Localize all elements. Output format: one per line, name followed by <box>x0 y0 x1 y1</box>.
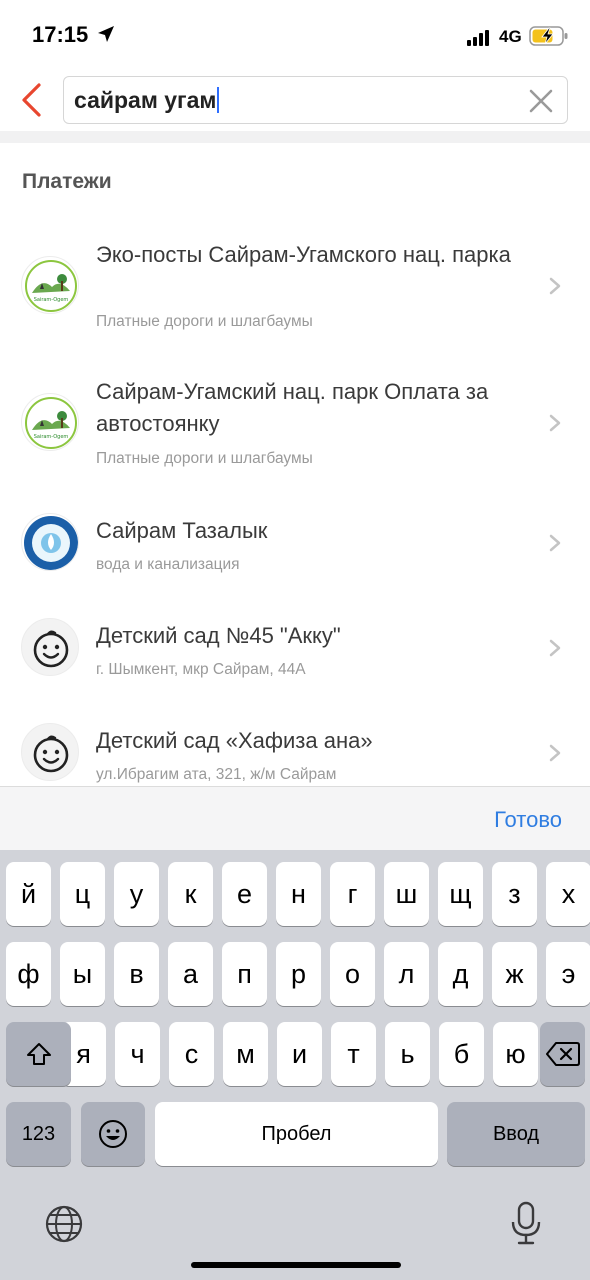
list-item[interactable]: Детский сад «Хафиза ана» ул.Ибрагим ата,… <box>0 710 590 785</box>
list-item[interactable]: Sairam-Ogem Эко-посты Сайрам-Угамского н… <box>0 215 590 345</box>
chevron-right-icon <box>549 534 561 552</box>
chevron-left-icon <box>22 83 41 117</box>
key-letter[interactable]: п <box>222 942 267 1006</box>
key-letter[interactable]: у <box>114 862 159 926</box>
list-item[interactable]: Sairam-Ogem Сайрам-Угамский нац. парк Оп… <box>0 352 590 482</box>
microphone-icon[interactable] <box>508 1200 544 1251</box>
chevron-right-icon <box>549 277 561 295</box>
key-letter[interactable]: ш <box>384 862 429 926</box>
list-item[interactable]: Сайрам Тазалык вода и канализация <box>0 500 590 590</box>
screen: 17:15 4G сайрам угам Платежи Sairam-Ogem… <box>0 0 590 1280</box>
item-title: Детский сад «Хафиза ана» <box>96 728 373 753</box>
shift-icon <box>26 1043 51 1065</box>
item-title: Детский сад №45 "Акку" <box>96 623 341 648</box>
status-time: 17:15 <box>32 22 89 47</box>
backspace-icon <box>545 1042 580 1066</box>
key-letter[interactable]: и <box>277 1022 322 1086</box>
emoji-icon <box>99 1120 127 1148</box>
key-letter[interactable]: д <box>438 942 483 1006</box>
baby-face-icon <box>21 723 79 781</box>
sairam-tazalyk-logo <box>21 513 79 571</box>
key-letter[interactable]: ф <box>6 942 51 1006</box>
search-header: сайрам угам <box>0 70 590 132</box>
signal-bars-icon <box>467 30 493 51</box>
space-key[interactable]: Пробел <box>155 1102 438 1166</box>
key-letter[interactable]: з <box>492 862 537 926</box>
key-letter[interactable]: т <box>331 1022 376 1086</box>
item-title: Эко-посты Сайрам-Угамского нац. парка <box>96 242 511 267</box>
item-subtitle: г. Шымкент, мкр Сайрам, 44А <box>96 661 306 678</box>
key-letter[interactable]: в <box>114 942 159 1006</box>
key-letter[interactable]: о <box>330 942 375 1006</box>
numbers-key[interactable]: 123 <box>6 1102 71 1166</box>
home-indicator <box>191 1262 401 1268</box>
results-list[interactable]: Sairam-Ogem Эко-посты Сайрам-Угамского н… <box>0 215 590 785</box>
chevron-right-icon <box>549 744 561 762</box>
key-letter[interactable]: л <box>384 942 429 1006</box>
sairam-ugem-park-logo: Sairam-Ogem <box>21 393 79 451</box>
header-divider <box>0 131 590 143</box>
key-letter[interactable]: р <box>276 942 321 1006</box>
item-title: Сайрам-Угамский нац. парк Оплата за авто… <box>96 379 489 436</box>
key-letter[interactable]: ж <box>492 942 537 1006</box>
back-button[interactable] <box>14 80 48 120</box>
network-type: 4G <box>499 27 522 46</box>
battery-charging-icon <box>529 26 569 51</box>
baby-face-icon <box>21 618 79 676</box>
key-letter[interactable]: щ <box>438 862 483 926</box>
key-letter[interactable]: с <box>169 1022 214 1086</box>
item-subtitle: Платные дороги и шлагбаумы <box>96 450 313 467</box>
sairam-ugem-park-logo: Sairam-Ogem <box>21 256 79 314</box>
item-subtitle: Платные дороги и шлагбаумы <box>96 313 313 330</box>
svg-text:Sairam-Ogem: Sairam-Ogem <box>34 434 69 440</box>
key-letter[interactable]: е <box>222 862 267 926</box>
item-subtitle: ул.Ибрагим ата, 321, ж/м Сайрам <box>96 766 337 783</box>
key-letter[interactable]: к <box>168 862 213 926</box>
key-letter[interactable]: х <box>546 862 590 926</box>
list-item[interactable]: Детский сад №45 "Акку" г. Шымкент, мкр С… <box>0 605 590 695</box>
svg-text:Sairam-Ogem: Sairam-Ogem <box>34 297 69 303</box>
key-letter[interactable]: ч <box>115 1022 160 1086</box>
key-letter[interactable]: а <box>168 942 213 1006</box>
key-letter[interactable]: ю <box>493 1022 538 1086</box>
emoji-key[interactable] <box>81 1102 145 1166</box>
shift-key[interactable] <box>6 1022 71 1086</box>
section-title: Платежи <box>22 170 112 193</box>
location-arrow-icon <box>96 24 116 49</box>
backspace-key[interactable] <box>540 1022 585 1086</box>
key-letter[interactable]: ц <box>60 862 105 926</box>
key-letter[interactable]: ы <box>60 942 105 1006</box>
key-letter[interactable]: э <box>546 942 590 1006</box>
clear-search-button[interactable] <box>527 87 555 115</box>
key-letter[interactable]: б <box>439 1022 484 1086</box>
chevron-right-icon <box>549 414 561 432</box>
search-value: сайрам угам <box>74 87 217 113</box>
chevron-right-icon <box>549 639 561 657</box>
key-letter[interactable]: м <box>223 1022 268 1086</box>
key-letter[interactable]: й <box>6 862 51 926</box>
done-button[interactable]: Готово <box>494 807 562 833</box>
text-caret <box>217 87 220 113</box>
keyboard: йцукенгшщзх фывапролджэ ячсмитьбю 123 Пр… <box>0 850 590 1280</box>
item-title: Сайрам Тазалык <box>96 518 268 543</box>
globe-icon[interactable] <box>44 1204 84 1249</box>
close-icon <box>529 89 553 113</box>
keyboard-accessory-bar: Готово <box>0 786 590 850</box>
item-subtitle: вода и канализация <box>96 556 240 573</box>
return-key[interactable]: Ввод <box>447 1102 585 1166</box>
status-bar: 17:15 4G <box>0 0 590 70</box>
key-letter[interactable]: н <box>276 862 321 926</box>
key-letter[interactable]: ь <box>385 1022 430 1086</box>
search-input[interactable]: сайрам угам <box>63 76 568 124</box>
key-letter[interactable]: г <box>330 862 375 926</box>
